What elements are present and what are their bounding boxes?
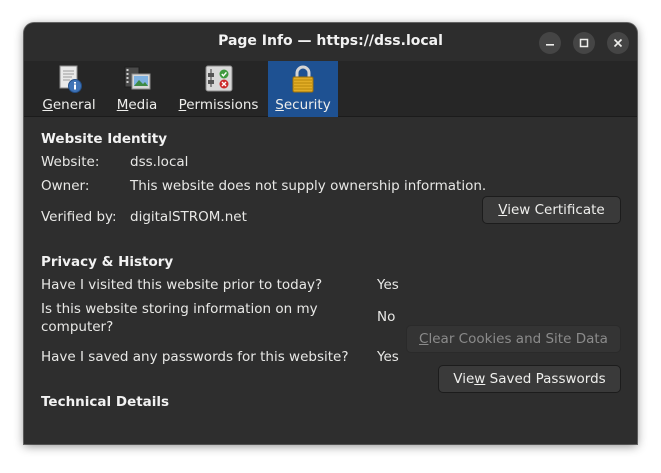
passwords-question: Have I saved any passwords for this webs…	[41, 349, 349, 365]
tab-general[interactable]: General	[38, 61, 100, 117]
padlock-icon	[292, 65, 314, 93]
visited-question: Have I visited this website prior to tod…	[41, 277, 323, 293]
close-button[interactable]	[607, 32, 629, 54]
view-certificate-label: View Certificate	[498, 202, 605, 218]
website-identity-heading: Website Identity	[41, 131, 167, 147]
view-certificate-button[interactable]: View Certificate	[482, 196, 621, 224]
technical-details-heading: Technical Details	[41, 394, 170, 410]
owner-value: This website does not supply ownership i…	[130, 178, 487, 194]
tab-security[interactable]: Security	[268, 61, 338, 117]
document-info-icon	[59, 65, 82, 93]
tab-general-label: General	[42, 97, 96, 113]
website-value: dss.local	[130, 154, 189, 170]
view-saved-passwords-button[interactable]: View Saved Passwords	[438, 365, 621, 393]
clear-cookies-label: Clear Cookies and Site Data	[419, 331, 608, 347]
page-info-window: Page Info — https://dss.local General Me…	[24, 23, 637, 444]
minimize-button[interactable]	[539, 32, 561, 54]
owner-label: Owner:	[41, 178, 90, 194]
tab-media[interactable]: Media	[112, 61, 162, 117]
clear-cookies-button[interactable]: Clear Cookies and Site Data	[406, 325, 621, 353]
permissions-toggles-icon	[205, 65, 232, 92]
maximize-button[interactable]	[573, 32, 595, 54]
verified-by-value: digitalSTROM.net	[130, 209, 247, 225]
verified-by-label: Verified by:	[41, 209, 117, 225]
tab-media-label: Media	[116, 97, 158, 113]
tab-permissions-label: Permissions	[178, 97, 259, 113]
tab-permissions[interactable]: Permissions	[177, 61, 260, 117]
close-icon	[613, 38, 623, 48]
maximize-icon	[579, 38, 589, 48]
minimize-icon	[546, 44, 554, 46]
tab-security-label: Security	[275, 97, 331, 113]
view-saved-passwords-label: View Saved Passwords	[453, 371, 606, 387]
title-bar[interactable]: Page Info — https://dss.local	[24, 23, 637, 61]
storing-question-line2: computer?	[41, 319, 114, 335]
tab-bar: General Media Permissions Security	[24, 61, 637, 117]
website-label: Website:	[41, 154, 100, 170]
storing-answer: No	[377, 309, 396, 325]
storing-question-line1: Is this website storing information on m…	[41, 301, 318, 317]
media-film-icon	[124, 66, 151, 90]
privacy-history-heading: Privacy & History	[41, 254, 174, 270]
visited-answer: Yes	[377, 277, 399, 293]
passwords-answer: Yes	[377, 349, 399, 365]
security-panel: Website Identity Website: dss.local Owne…	[24, 118, 637, 444]
